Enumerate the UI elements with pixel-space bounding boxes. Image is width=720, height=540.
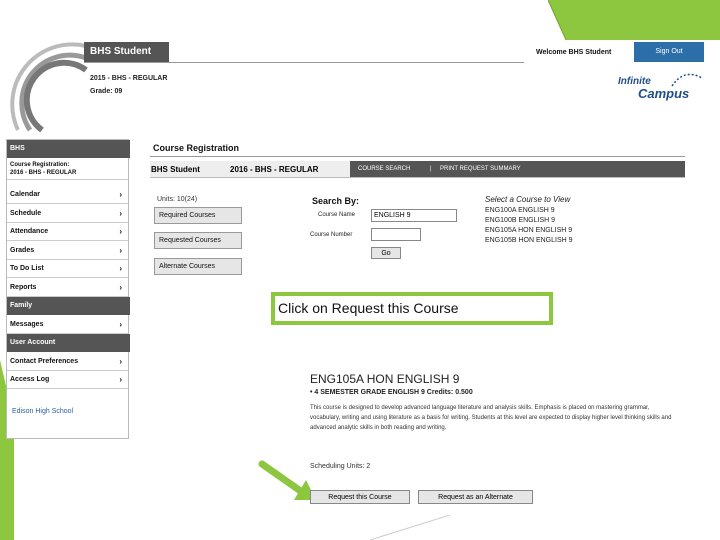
arc-logo-decoration [10,42,88,133]
sidebar-item-todo-list[interactable]: To Do List › [7,260,128,278]
course-registration-label: Course Registration: [10,162,70,168]
sidebar-item-label: To Do List [10,265,44,272]
app-title: BHS Student [84,42,169,62]
sidebar-item-label: Contact Preferences [10,358,79,365]
sidebar-user-account-header: User Account [7,334,130,352]
sidebar-item-label: Messages [10,321,44,328]
chevron-right-icon: › [119,375,122,384]
grade-label: Grade: 09 [90,88,123,95]
course-detail-subtitle: • 4 SEMESTER GRADE ENGLISH 9 Credits: 0.… [310,389,473,396]
course-link[interactable]: ENG105A HON ENGLISH 9 [485,227,572,234]
course-detail-title: ENG105A HON ENGLISH 9 [310,372,460,386]
units-count: Units: 10(24) [157,196,198,203]
sidebar-item-label: Grades [10,247,35,254]
sidebar-item-grades[interactable]: Grades › [7,242,128,260]
chevron-right-icon: › [119,209,122,218]
sidebar-item-calendar[interactable]: Calendar › [7,186,128,204]
tab-separator: | [430,166,432,172]
chevron-right-icon: › [119,190,122,199]
chevron-right-icon: › [119,227,122,236]
instruction-callout: Click on Request this Course [271,292,553,325]
tab-print-request-summary[interactable]: PRINT REQUEST SUMMARY [440,161,521,177]
sign-out-button[interactable]: Sign Out [634,42,704,62]
request-this-course-button[interactable]: Request this Course [310,490,410,504]
page-title: Course Registration [153,143,240,153]
course-link[interactable]: ENG105B HON ENGLISH 9 [485,237,573,244]
header-divider [84,62,524,63]
tab-bar: COURSE SEARCH | PRINT REQUEST SUMMARY [350,161,685,177]
sidebar-item-label: Schedule [10,210,42,217]
request-as-alternate-button[interactable]: Request as an Alternate [418,490,533,504]
course-registration-sublabel: 2016 - BHS - REGULAR [10,170,77,176]
student-name: BHS Student [151,165,200,174]
go-button[interactable]: Go [371,247,401,259]
sidebar-family-header: Family [7,297,130,315]
scheduling-units: Scheduling Units: 2 [310,463,371,470]
tab-course-search[interactable]: COURSE SEARCH [358,161,410,177]
sidebar-school-header: BHS [7,140,130,158]
sidebar-item-label: Reports [10,284,37,291]
sidebar-item-messages[interactable]: Messages › [7,316,128,334]
sidebar-item-schedule[interactable]: Schedule › [7,205,128,223]
green-corner-decoration [548,0,720,40]
logo-word-campus: Campus [638,86,690,101]
school-link[interactable]: Edison High School [12,408,73,415]
course-link[interactable]: ENG100B ENGLISH 9 [485,217,555,224]
chevron-right-icon: › [119,264,122,273]
sidebar-item-course-registration[interactable]: Course Registration: 2016 - BHS - REGULA… [7,158,128,180]
chevron-right-icon: › [119,246,122,255]
callout-text: Click on Request this Course [275,296,549,321]
sidebar-item-access-log[interactable]: Access Log › [7,371,128,389]
course-link[interactable]: ENG100A ENGLISH 9 [485,207,555,214]
sidebar-item-label: Attendance [10,228,49,235]
course-name-input[interactable]: ENGLISH 9 [371,209,457,222]
course-name-label: Course Name [318,212,356,218]
chevron-right-icon: › [119,283,122,292]
alternate-courses-button[interactable]: Alternate Courses [154,258,242,275]
sidebar-item-contact-preferences[interactable]: Contact Preferences › [7,353,128,371]
sidebar-item-label: Calendar [10,191,40,198]
course-description: This course is designed to develop advan… [310,405,672,431]
sidebar-item-attendance[interactable]: Attendance › [7,223,128,241]
select-course-heading: Select a Course to View [485,195,571,204]
pointer-arrow-icon [258,460,316,500]
year-label: 2015 - BHS - REGULAR [90,75,168,82]
sidebar-item-reports[interactable]: Reports › [7,279,128,297]
requested-courses-button[interactable]: Requested Courses [154,232,242,249]
course-number-label: Course Number [310,232,353,238]
chevron-right-icon: › [119,320,122,329]
registration-year: 2016 - BHS - REGULAR [230,165,319,174]
infinite-campus-logo: Infinite Campus [618,70,708,106]
course-number-input[interactable] [371,228,421,241]
sidebar-item-label: Access Log [10,376,50,383]
decorative-line [370,515,450,540]
sidebar: BHS Course Registration: 2016 - BHS - RE… [6,139,130,439]
welcome-text: Welcome BHS Student [536,49,612,56]
search-by-heading: Search By: [312,196,360,206]
required-courses-button[interactable]: Required Courses [154,207,242,224]
title-divider [150,156,685,157]
chevron-right-icon: › [119,357,122,366]
